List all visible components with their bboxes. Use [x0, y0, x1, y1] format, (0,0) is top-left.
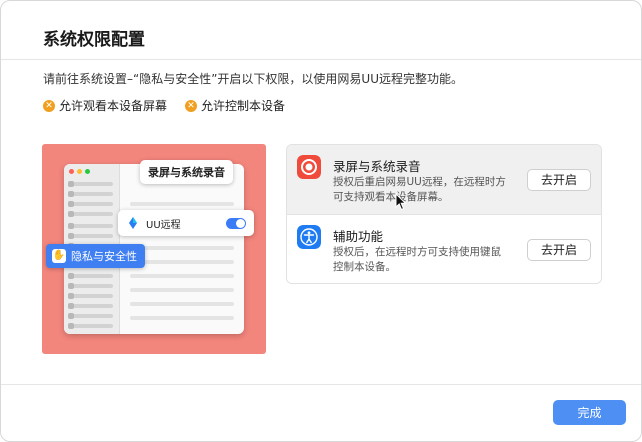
- open-screen-record-button[interactable]: 去开启: [527, 169, 591, 191]
- setting-description: 授权后重启网易UU远程，在远程时方可支持观看本设备屏幕。: [333, 176, 506, 203]
- uu-logo-icon: [129, 217, 137, 229]
- setting-description: 授权后，在远程时方可支持使用键鼠控制本设备。: [333, 246, 501, 273]
- permission-status-list: ✕ 允许观看本设备屏幕 ✕ 允许控制本设备: [43, 97, 285, 114]
- permission-dialog: 系统权限配置 请前往系统设置–“隐私与安全性”开启以下权限，以使用网易UU远程完…: [0, 0, 642, 442]
- permission-settings-panel: 录屏与系统录音 授权后重启网易UU远程，在远程时方可支持观看本设备屏幕。 去开启…: [286, 144, 602, 284]
- setting-title: 辅助功能: [333, 229, 384, 244]
- permission-label: 允许观看本设备屏幕: [59, 99, 168, 113]
- hand-icon: ✋: [52, 249, 66, 263]
- header-divider: [1, 59, 641, 60]
- permission-label: 允许控制本设备: [201, 99, 286, 113]
- open-accessibility-button[interactable]: 去开启: [527, 239, 591, 261]
- callout-screen-record: 录屏与系统录音: [140, 160, 233, 184]
- x-icon: ✕: [43, 99, 55, 112]
- uu-app-label: UU远程: [146, 219, 181, 231]
- window-controls-icon: [69, 169, 90, 174]
- intro-text: 请前往系统设置–“隐私与安全性”开启以下权限，以使用网易UU远程完整功能。: [43, 72, 464, 86]
- setting-row-accessibility: 辅助功能 授权后，在远程时方可支持使用键鼠控制本设备。 去开启: [287, 215, 601, 283]
- permission-status-control: ✕ 允许控制本设备: [185, 97, 285, 114]
- privacy-security-label: ✋ 隐私与安全性: [46, 244, 145, 268]
- footer-divider: [1, 384, 641, 385]
- accessibility-icon: [297, 225, 321, 249]
- permission-status-screen: ✕ 允许观看本设备屏幕: [43, 97, 167, 114]
- uu-remote-toggle-row: UU远程: [118, 210, 254, 236]
- settings-illustration: 录屏与系统录音 UU远程 ✋ 隐私与安全性: [42, 144, 266, 354]
- mouse-cursor-icon: [395, 193, 407, 211]
- privacy-label-text: 隐私与安全性: [71, 250, 137, 263]
- setting-row-screen-record: 录屏与系统录音 授权后重启网易UU远程，在远程时方可支持观看本设备屏幕。 去开启: [287, 145, 601, 215]
- toggle-switch: [226, 217, 246, 229]
- done-button[interactable]: 完成: [553, 400, 626, 425]
- screen-record-icon: [297, 155, 321, 179]
- x-icon: ✕: [185, 99, 198, 112]
- dialog-title: 系统权限配置: [43, 30, 145, 50]
- setting-title: 录屏与系统录音: [333, 159, 421, 174]
